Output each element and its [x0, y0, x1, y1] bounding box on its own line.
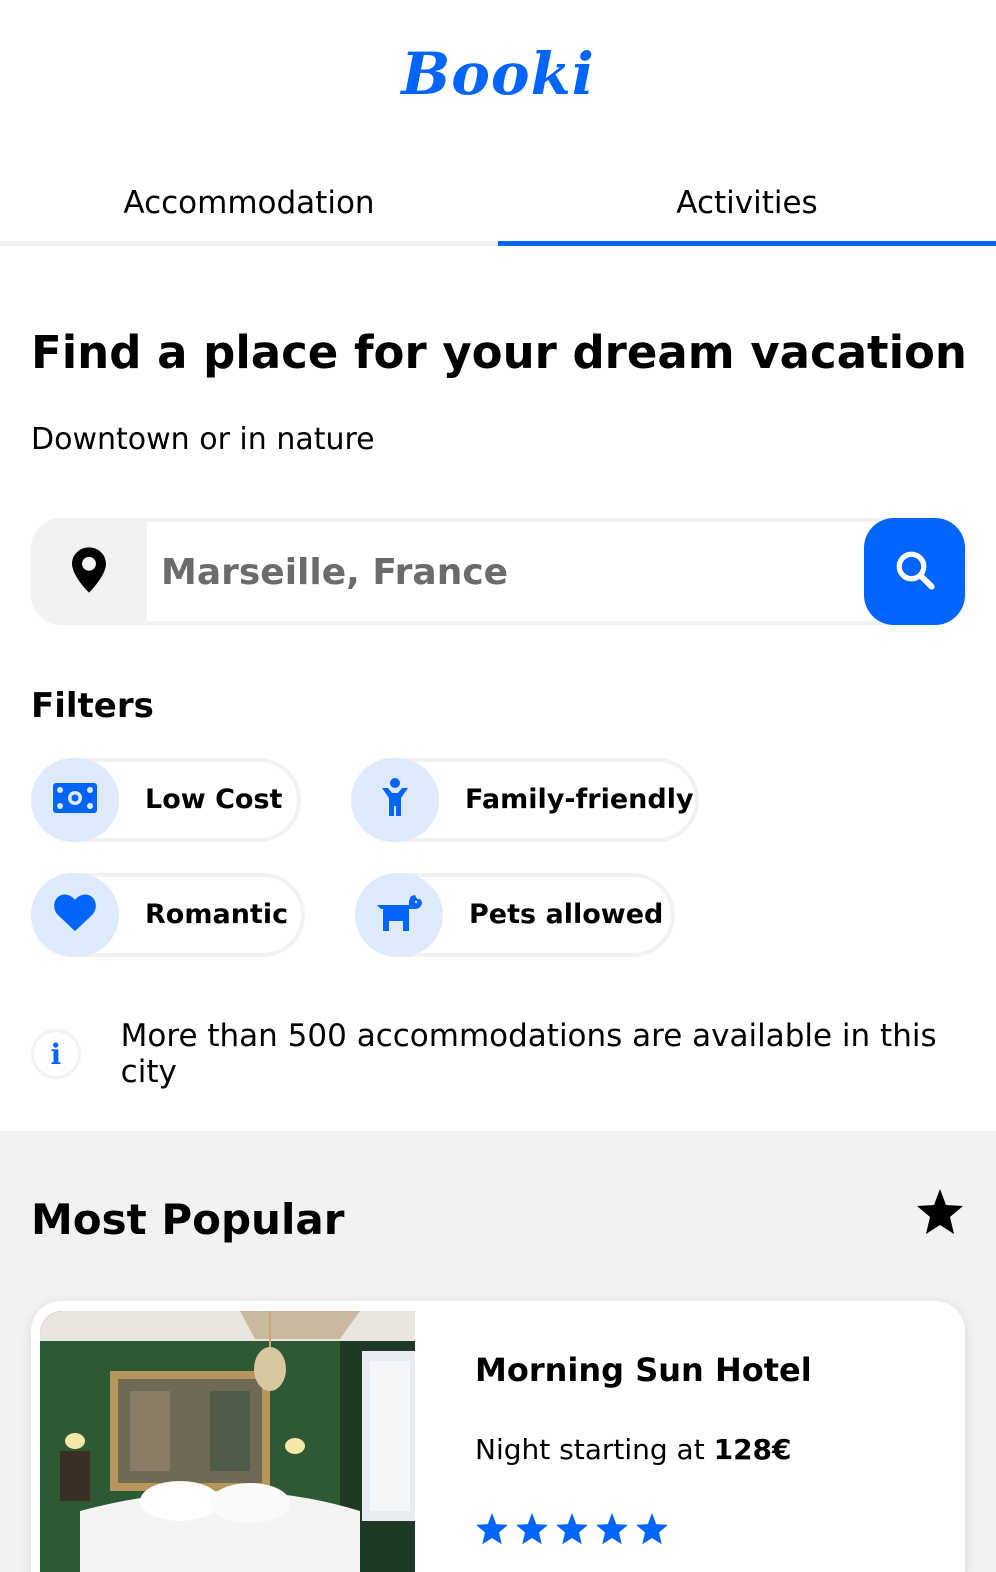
filter-icon-wrap [31, 758, 119, 842]
filter-low-cost[interactable]: Low Cost [31, 758, 301, 842]
filter-icon-wrap [31, 873, 119, 957]
filter-icon-wrap [351, 758, 439, 842]
price-prefix: Night starting at [475, 1433, 705, 1466]
rating-star-icon [475, 1513, 509, 1549]
filter-romantic[interactable]: Romantic [31, 873, 305, 957]
category-tabs: Accommodation Activities [0, 170, 996, 246]
filter-label: Pets allowed [469, 899, 664, 930]
rating-star-icon [635, 1513, 669, 1549]
star-icon [916, 1189, 964, 1239]
tab-accommodation[interactable]: Accommodation [0, 170, 498, 246]
money-bill-icon [52, 781, 98, 819]
filter-label: Family-friendly [465, 784, 694, 815]
search-bar [31, 518, 965, 625]
filters-title: Filters [31, 686, 154, 726]
dog-icon [375, 893, 423, 937]
search-button[interactable] [864, 518, 965, 625]
hotel-name[interactable]: Morning Sun Hotel [475, 1351, 812, 1389]
search-input[interactable] [161, 540, 841, 604]
availability-text: More than 500 accommodations are availab… [120, 1018, 937, 1090]
price-value: 128€ [713, 1433, 792, 1466]
heart-icon [54, 894, 96, 936]
filter-pets-allowed[interactable]: Pets allowed [355, 873, 675, 957]
filter-family-friendly[interactable]: Family-friendly [351, 758, 699, 842]
page-subtitle: Downtown or in nature [31, 422, 375, 457]
tab-activities[interactable]: Activities [498, 170, 996, 246]
child-icon [380, 778, 410, 822]
rating-star-icon [515, 1513, 549, 1549]
hotel-card[interactable]: Morning Sun Hotel Night starting at 128€ [31, 1301, 965, 1572]
booki-logo[interactable]: Booki [0, 40, 996, 108]
page-title: Find a place for your dream vacation [31, 326, 967, 379]
hotel-rating [475, 1513, 669, 1549]
most-popular-section: Most Popular Morning Sun Hotel Night sta… [0, 1131, 996, 1572]
location-box [31, 518, 147, 625]
map-pin-icon [72, 546, 106, 597]
hotel-price: Night starting at 128€ [475, 1433, 792, 1466]
hotel-photo [40, 1311, 415, 1572]
rating-star-icon [555, 1513, 589, 1549]
filter-icon-wrap [355, 873, 443, 957]
search-icon [894, 549, 936, 595]
filter-label: Low Cost [145, 784, 283, 815]
most-popular-title: Most Popular [31, 1195, 345, 1244]
availability-info: i More than 500 accommodations are avail… [31, 1018, 996, 1090]
rating-star-icon [595, 1513, 629, 1549]
info-icon: i [31, 1029, 81, 1079]
filter-label: Romantic [145, 899, 289, 930]
